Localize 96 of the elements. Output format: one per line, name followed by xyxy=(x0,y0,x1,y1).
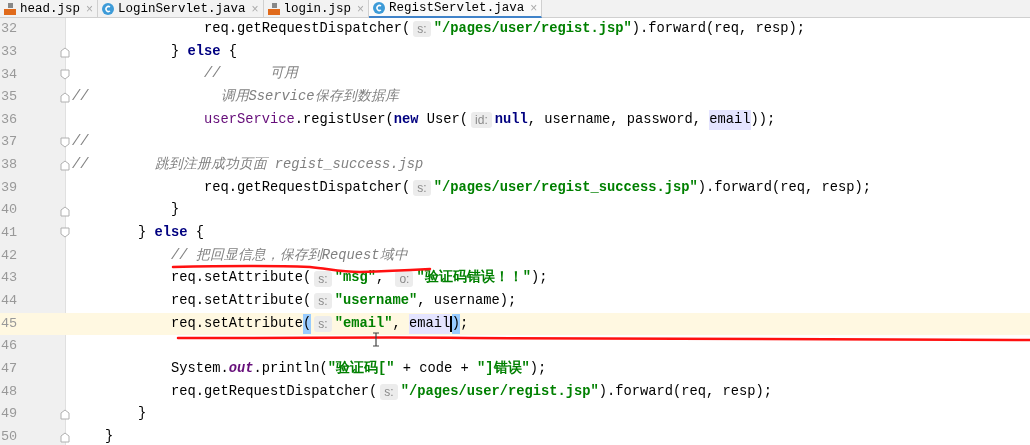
keyword: new xyxy=(393,110,419,129)
string-literal: "验证码错误！！" xyxy=(416,268,531,288)
keyword: else xyxy=(154,223,188,242)
line-number: 44 xyxy=(0,292,19,311)
code-text: ).forward(req, resp); xyxy=(631,20,805,38)
code-text: req.setAttribute( xyxy=(170,269,312,288)
keyword: null xyxy=(494,110,528,129)
code-text: .registUser( xyxy=(294,110,394,129)
class-icon xyxy=(102,3,115,15)
string-literal: "/pages/user/regist.jsp" xyxy=(433,20,632,38)
fold-marker-icon[interactable] xyxy=(60,204,70,217)
line-number: 43 xyxy=(0,269,19,288)
line-number: 35 xyxy=(0,88,19,107)
line-number: 39 xyxy=(0,178,19,197)
code-text: req.getRequestDispatcher( xyxy=(203,20,411,38)
code-comment: // 调用Sservice保存到数据库 xyxy=(72,87,399,106)
line-number: 37 xyxy=(0,133,19,152)
code-text: ).forward(req, resp); xyxy=(697,178,871,197)
parameter-hint: s: xyxy=(380,383,398,400)
code-text: , xyxy=(392,314,402,333)
line-number: 45 xyxy=(0,314,19,333)
string-literal: "验证码[" xyxy=(327,359,395,378)
code-text: } xyxy=(137,223,148,242)
text-caret xyxy=(450,315,452,332)
code-text: req.setAttribute xyxy=(170,314,304,333)
code-text: ; xyxy=(459,314,469,333)
code-comment: // 跳到注册成功页面 regist_success.jsp xyxy=(72,155,424,174)
line-number: 42 xyxy=(0,246,19,265)
code-comment: // xyxy=(72,133,89,152)
static-field: out xyxy=(228,358,254,380)
code-text: , username, password, xyxy=(527,110,703,129)
highlighted-identifier: email xyxy=(408,313,451,335)
fold-marker-icon[interactable] xyxy=(60,431,70,444)
parameter-hint: s: xyxy=(314,315,332,332)
string-literal: "msg" xyxy=(334,269,376,288)
string-literal: "/pages/user/regist.jsp" xyxy=(400,382,599,401)
keyword: else xyxy=(187,42,221,61)
matched-brace: ) xyxy=(451,313,460,335)
code-comment: // 把回显信息，保存到Request域中 xyxy=(170,246,408,265)
fold-marker-icon[interactable] xyxy=(60,91,70,104)
parameter-hint: s: xyxy=(413,21,431,38)
highlighted-identifier: email xyxy=(709,109,751,131)
code-text: System. xyxy=(170,359,229,378)
code-text: , username); xyxy=(417,291,517,310)
code-text: } xyxy=(170,201,180,220)
line-number: 47 xyxy=(0,360,19,379)
matched-brace: ( xyxy=(303,313,312,335)
line-number: 33 xyxy=(0,42,19,61)
parameter-hint: s: xyxy=(413,179,431,196)
line-number: 48 xyxy=(0,382,19,401)
editor-tab[interactable]: RegistServlet.java × xyxy=(369,0,543,18)
fold-marker-icon[interactable] xyxy=(60,136,70,149)
code-text: req.setAttribute( xyxy=(170,291,312,310)
code-comment: // 可用 xyxy=(203,65,299,84)
line-number: 41 xyxy=(0,224,19,243)
code-text: } xyxy=(104,427,114,445)
parameter-hint: s: xyxy=(314,270,332,287)
line-number: 49 xyxy=(0,405,19,424)
code-text: User( xyxy=(425,110,469,129)
string-literal: "username" xyxy=(334,291,418,310)
fold-marker-icon[interactable] xyxy=(60,68,70,81)
string-literal: "email" xyxy=(334,314,393,333)
code-text: ); xyxy=(529,359,547,378)
code-text: )); xyxy=(750,110,776,129)
code-text: .println( xyxy=(253,359,328,378)
code-text: , xyxy=(375,269,386,288)
string-literal: "/pages/user/regist_success.jsp" xyxy=(433,178,698,197)
code-text: req.getRequestDispatcher( xyxy=(170,382,378,401)
jsp-file-icon xyxy=(4,3,16,15)
line-number: 32 xyxy=(0,20,19,39)
code-text: { xyxy=(194,223,205,242)
fold-marker-icon[interactable] xyxy=(60,227,70,240)
line-number: 36 xyxy=(0,110,19,129)
line-number: 50 xyxy=(0,428,19,445)
fold-marker-icon[interactable] xyxy=(60,159,70,172)
line-number: 40 xyxy=(0,201,19,220)
code-text: ).forward(req, resp); xyxy=(598,382,772,401)
fold-marker-icon[interactable] xyxy=(60,46,70,58)
jsp-file-icon xyxy=(267,3,280,15)
string-literal: "]错误" xyxy=(477,359,530,378)
code-text: req.getRequestDispatcher( xyxy=(203,178,411,197)
line-number: 34 xyxy=(0,65,19,84)
fold-marker-icon[interactable] xyxy=(60,408,70,421)
field-name: userService xyxy=(203,110,295,129)
code-text: } xyxy=(137,405,147,424)
line-number: 38 xyxy=(0,156,19,175)
code-text: ); xyxy=(530,269,548,288)
code-text: + code + xyxy=(401,359,470,378)
text-cursor-icon xyxy=(372,332,380,347)
parameter-hint: id: xyxy=(471,111,492,128)
line-number: 46 xyxy=(0,337,19,356)
parameter-hint: s: xyxy=(314,293,332,310)
code-text: { xyxy=(227,42,238,61)
class-icon xyxy=(373,2,386,14)
code-text: } xyxy=(170,42,181,61)
editor-tab[interactable]: LoginServlet.java × xyxy=(98,0,264,18)
